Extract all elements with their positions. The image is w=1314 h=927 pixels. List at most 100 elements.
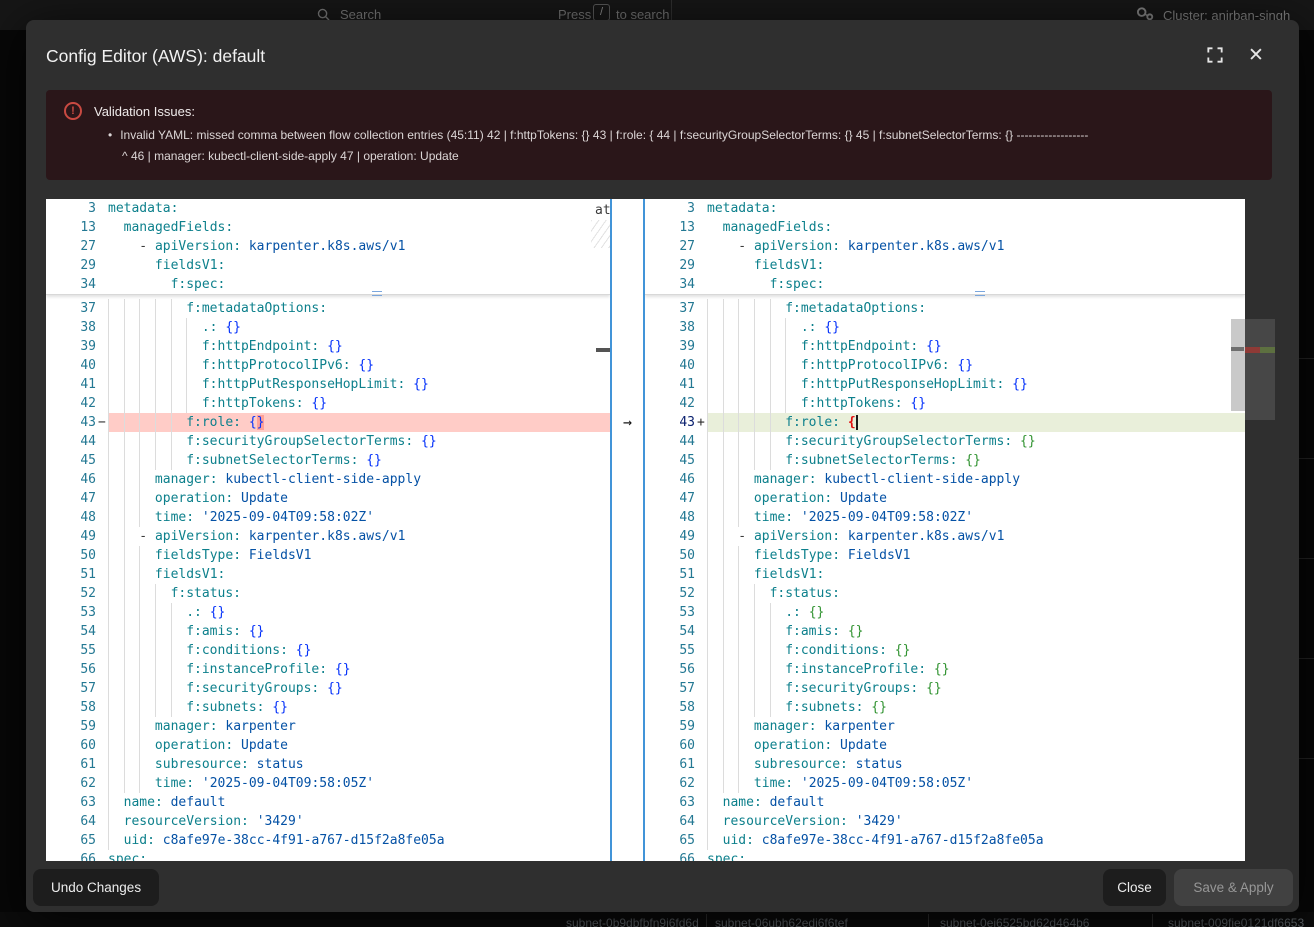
screen: Search Press / to search Cluster: anirba… (0, 0, 1314, 927)
code-line[interactable]: 43+ f:role: { (645, 413, 1245, 432)
code-line[interactable]: 44 f:securityGroupSelectorTerms: {} (46, 432, 610, 451)
code-line[interactable]: 51 fieldsV1: (46, 565, 610, 584)
code-line[interactable]: 46 manager: kubectl-client-side-apply (46, 470, 610, 489)
close-button[interactable]: Close (1103, 869, 1166, 906)
code-line[interactable]: 59 manager: karpenter (645, 717, 1245, 736)
undo-changes-button[interactable]: Undo Changes (33, 869, 159, 906)
code-line[interactable]: 61 subresource: status (645, 755, 1245, 774)
code-line[interactable]: 48 time: '2025-09-04T09:58:02Z' (645, 508, 1245, 527)
code-line[interactable]: 59 manager: karpenter (46, 717, 610, 736)
code-line[interactable]: 62 time: '2025-09-04T09:58:05Z' (46, 774, 610, 793)
code-line[interactable]: 39 f:httpEndpoint: {} (645, 337, 1245, 356)
code-line[interactable]: 40 f:httpProtocolIPv6: {} (46, 356, 610, 375)
left-scrollbar-mark (596, 348, 610, 352)
config-editor-modal: Config Editor (AWS): default ✕ ! Validat… (26, 20, 1299, 912)
code-line[interactable]: 43− f:role: {} (46, 413, 610, 432)
code-line[interactable]: 48 time: '2025-09-04T09:58:02Z' (46, 508, 610, 527)
close-icon[interactable]: ✕ (1243, 42, 1269, 68)
sticky-line[interactable]: 13 managedFields: (645, 218, 1245, 237)
code-line[interactable]: 63 name: default (46, 793, 610, 812)
code-line[interactable]: 39 f:httpEndpoint: {} (46, 337, 610, 356)
code-line[interactable]: 66spec: (46, 850, 610, 861)
code-line[interactable]: 50 fieldsType: FieldsV1 (645, 546, 1245, 565)
code-line[interactable]: 45 f:subnetSelectorTerms: {} (645, 451, 1245, 470)
code-line[interactable]: 65 uid: c8afe97e-38cc-4f91-a767-d15f2a8f… (645, 831, 1245, 850)
code-line[interactable]: 45 f:subnetSelectorTerms: {} (46, 451, 610, 470)
save-apply-button: Save & Apply (1174, 869, 1293, 906)
code-line[interactable]: 64 resourceVersion: '3429' (46, 812, 610, 831)
background-row-line (1299, 658, 1314, 659)
table-divider (1152, 914, 1153, 927)
sticky-line[interactable]: 27 - apiVersion: karpenter.k8s.aws/v1 (645, 237, 1245, 256)
code-line[interactable]: 49 - apiVersion: karpenter.k8s.aws/v1 (46, 527, 610, 546)
background-row-line (1299, 558, 1314, 559)
code-line[interactable]: 60 operation: Update (645, 736, 1245, 755)
code-line[interactable]: 60 operation: Update (46, 736, 610, 755)
code-line[interactable]: 61 subresource: status (46, 755, 610, 774)
overview-ruler-slider[interactable] (1245, 319, 1275, 420)
background-row-line (1299, 358, 1314, 359)
code-line[interactable]: 53 .: {} (46, 603, 610, 622)
code-line[interactable]: 47 operation: Update (645, 489, 1245, 508)
code-line[interactable]: 42 f:httpTokens: {} (645, 394, 1245, 413)
code-line[interactable]: 57 f:securityGroups: {} (645, 679, 1245, 698)
code-line[interactable]: 66spec: (645, 850, 1245, 861)
code-line[interactable]: 55 f:conditions: {} (46, 641, 610, 660)
modal-title: Config Editor (AWS): default (46, 46, 265, 67)
code-line[interactable]: 53 .: {} (645, 603, 1245, 622)
original-editor-pane[interactable]: 3metadata:13 managedFields:27 - apiVersi… (46, 199, 610, 861)
sticky-line[interactable]: 29 fieldsV1: (645, 256, 1245, 275)
revert-change-arrow-icon[interactable]: → (612, 413, 643, 432)
code-line[interactable]: 58 f:subnets: {} (46, 698, 610, 717)
sticky-line[interactable]: 3metadata: (46, 199, 610, 218)
diff-sash[interactable]: → (610, 199, 645, 861)
code-line[interactable]: 49 - apiVersion: karpenter.k8s.aws/v1 (645, 527, 1245, 546)
sticky-line[interactable]: 29 fieldsV1: (46, 256, 610, 275)
code-line[interactable]: 50 fieldsType: FieldsV1 (46, 546, 610, 565)
overview-ruler-added-mark (1260, 347, 1275, 353)
code-line[interactable]: 52 f:status: (46, 584, 610, 603)
code-line[interactable]: 38 .: {} (46, 318, 610, 337)
fullscreen-icon[interactable] (1202, 42, 1228, 68)
code-line[interactable]: 37 f:metadataOptions: (46, 299, 610, 318)
sticky-line[interactable]: 34 f:spec: (645, 275, 1245, 294)
code-line[interactable]: 54 f:amis: {} (645, 622, 1245, 641)
code-line[interactable]: 57 f:securityGroups: {} (46, 679, 610, 698)
code-line[interactable]: 65 uid: c8afe97e-38cc-4f91-a767-d15f2a8f… (46, 831, 610, 850)
code-line[interactable]: 64 resourceVersion: '3429' (645, 812, 1245, 831)
validation-message-line2: ^ 46 | manager: kubectl-client-side-appl… (122, 149, 459, 163)
code-line[interactable]: 41 f:httpPutResponseHopLimit: {} (46, 375, 610, 394)
code-line[interactable]: 38 .: {} (645, 318, 1245, 337)
code-line[interactable]: 54 f:amis: {} (46, 622, 610, 641)
table-cell: subnet-009fie0121df6653 (1168, 916, 1304, 927)
code-line[interactable]: 55 f:conditions: {} (645, 641, 1245, 660)
code-line[interactable]: 52 f:status: (645, 584, 1245, 603)
expand-region-widget[interactable] (372, 291, 382, 296)
code-line[interactable]: 56 f:instanceProfile: {} (46, 660, 610, 679)
scrollbar-cursor-mark (1231, 347, 1244, 351)
code-line[interactable]: 40 f:httpProtocolIPv6: {} (645, 356, 1245, 375)
code-line[interactable]: 42 f:httpTokens: {} (46, 394, 610, 413)
sticky-line[interactable]: 3metadata: (645, 199, 1245, 218)
code-line[interactable]: 46 manager: kubectl-client-side-apply (645, 470, 1245, 489)
code-line[interactable]: 47 operation: Update (46, 489, 610, 508)
code-line[interactable]: 37 f:metadataOptions: (645, 299, 1245, 318)
code-line[interactable]: 56 f:instanceProfile: {} (645, 660, 1245, 679)
code-line[interactable]: 62 time: '2025-09-04T09:58:05Z' (645, 774, 1245, 793)
bullet: • (108, 128, 112, 142)
code-line[interactable]: 41 f:httpPutResponseHopLimit: {} (645, 375, 1245, 394)
clipped-text-fragment: at (595, 201, 610, 220)
modified-editor-pane[interactable]: 3metadata:13 managedFields:27 - apiVersi… (645, 199, 1245, 861)
sticky-line[interactable]: 34 f:spec: (46, 275, 610, 294)
code-line[interactable]: 51 fieldsV1: (645, 565, 1245, 584)
background-table-row: subnet-0b9dbfbfn9i6fd6dsubnet-06ubh62edi… (0, 912, 1314, 927)
code-line[interactable]: 44 f:securityGroupSelectorTerms: {} (645, 432, 1245, 451)
expand-region-widget[interactable] (975, 291, 985, 296)
vertical-scrollbar[interactable] (1231, 319, 1245, 411)
sticky-line[interactable]: 13 managedFields: (46, 218, 610, 237)
table-cell: subnet-0ei6525bd62d464b6 (940, 916, 1089, 927)
code-line[interactable]: 58 f:subnets: {} (645, 698, 1245, 717)
sticky-line[interactable]: 27 - apiVersion: karpenter.k8s.aws/v1 (46, 237, 610, 256)
yaml-diff-editor: 3metadata:13 managedFields:27 - apiVersi… (46, 199, 1245, 861)
code-line[interactable]: 63 name: default (645, 793, 1245, 812)
